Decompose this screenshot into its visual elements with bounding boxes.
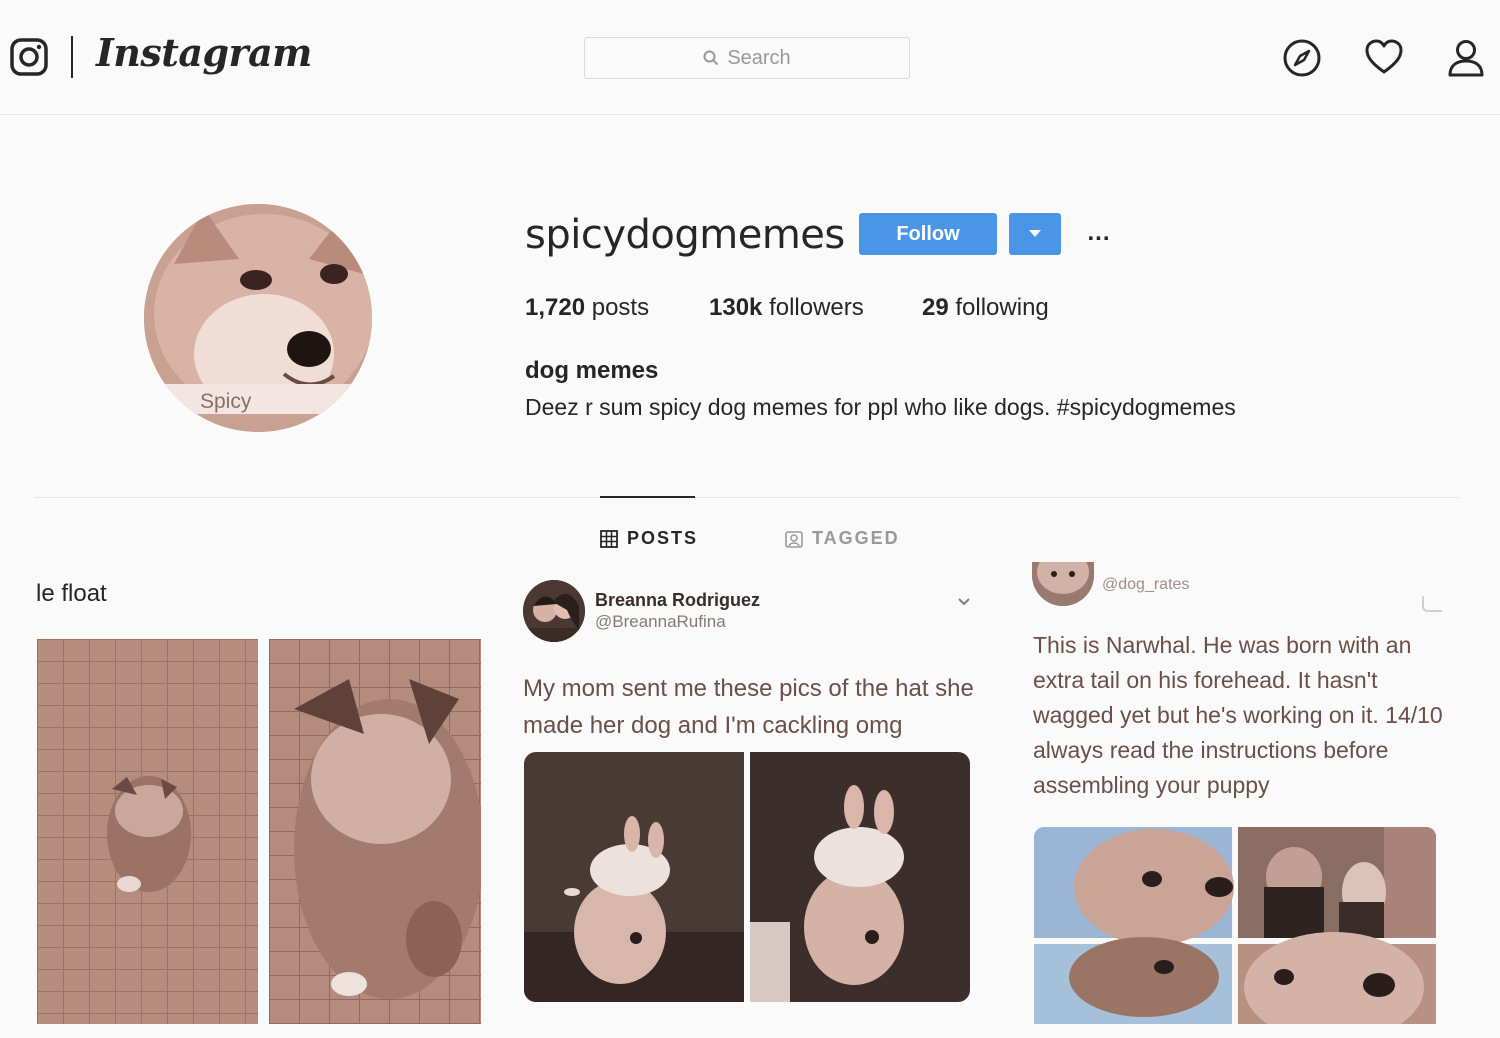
shiba-dog-photo (144, 204, 372, 432)
tweet-text: My mom sent me these pics of the hat she… (523, 675, 974, 739)
chevron-down-icon[interactable] (956, 596, 972, 608)
dog-rates-text: This is Narwhal. He was born with an ext… (1033, 632, 1443, 798)
more-options-button[interactable]: ... (1084, 220, 1114, 246)
follow-button[interactable]: Follow (859, 213, 997, 255)
post-thumbnail[interactable] (1034, 827, 1436, 1024)
tabs-divider (34, 497, 1459, 498)
following-stat[interactable]: 29 following (922, 294, 1049, 322)
tagged-person-icon (785, 530, 803, 548)
posts-label: posts (591, 294, 650, 321)
dog-rates-handle: @dog_rates (1102, 576, 1190, 593)
bio-text: Deez r sum spicy dog memes for ppl who l… (525, 394, 1236, 420)
tweet-author-name: Breanna Rodriguez (595, 590, 761, 610)
post-thumbnail[interactable] (524, 752, 970, 1002)
search-input[interactable]: Search (584, 37, 910, 79)
caret-down-icon (1029, 230, 1041, 237)
tab-posts-label: POSTS (627, 528, 699, 548)
post-thumbnail[interactable] (37, 639, 258, 1024)
bio-name: dog memes (525, 357, 659, 384)
top-nav: Instagram Search (0, 0, 1500, 115)
heart-icon[interactable] (1364, 38, 1404, 78)
following-count: 29 (922, 294, 949, 321)
person-icon[interactable] (1446, 38, 1486, 78)
grid-icon (600, 529, 618, 548)
followers-stat[interactable]: 130k followers (709, 294, 922, 322)
dog-in-knit-hat-photos (524, 752, 970, 1002)
tab-tagged[interactable]: TAGGED (785, 528, 900, 549)
post-thumbnail[interactable] (269, 639, 481, 1024)
tweet-author-avatar (523, 580, 585, 642)
couple-selfie-photo (523, 580, 585, 642)
suggestions-dropdown-button[interactable] (1009, 213, 1061, 255)
instagram-wordmark[interactable]: Instagram (96, 30, 312, 75)
tab-tagged-label: TAGGED (812, 528, 900, 548)
post-caption: le float (36, 580, 107, 607)
nav-divider (71, 36, 73, 78)
corgi-running-photo (37, 639, 258, 1024)
narwhal-puppy-collage-photo (1034, 827, 1436, 1024)
followers-label: followers (769, 294, 864, 321)
profile-avatar[interactable] (144, 204, 372, 432)
search-placeholder: Search (727, 46, 791, 69)
instagram-glyph-icon[interactable] (10, 38, 48, 76)
search-icon (703, 50, 719, 66)
profile-username: spicydogmemes (525, 212, 845, 258)
corgi-closeup-photo (269, 639, 481, 1024)
posts-stat: 1,720 posts (525, 294, 709, 322)
profile-stats: 1,720 posts 130k followers 29 following (525, 294, 1049, 322)
dog-rates-profile-photo (1032, 562, 1094, 606)
tab-posts[interactable]: POSTS (600, 528, 698, 549)
posts-count: 1,720 (525, 294, 586, 321)
dog-rates-avatar (1032, 562, 1094, 606)
compass-icon[interactable] (1282, 38, 1322, 78)
avatar-caption: Spicy (200, 390, 252, 413)
active-tab-indicator (600, 496, 695, 498)
followers-count: 130k (709, 294, 763, 321)
tweet-corner-icon (1422, 596, 1442, 612)
tweet-author-handle: @BreannaRufina (595, 612, 726, 631)
following-label: following (955, 294, 1049, 321)
